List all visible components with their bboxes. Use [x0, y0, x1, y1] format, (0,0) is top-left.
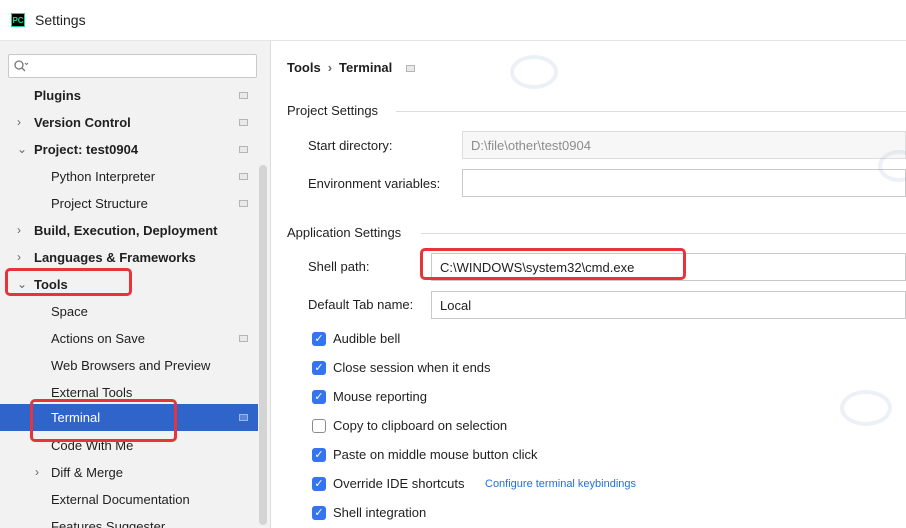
sidebar-item-label: Actions on Save	[51, 331, 145, 346]
environment-variables-label: Environment variables:	[308, 176, 441, 191]
checkbox-label: Audible bell	[333, 331, 401, 346]
sidebar-item-web-browsers[interactable]: Web Browsers and Preview	[0, 352, 258, 379]
section-divider	[396, 111, 906, 112]
checkbox-checked-icon[interactable]: ✓	[312, 477, 326, 491]
project-scope-icon	[239, 92, 248, 99]
project-scope-icon	[239, 335, 248, 342]
breadcrumb-current: Terminal	[339, 60, 393, 75]
start-directory-label: Start directory:	[308, 138, 393, 153]
settings-content: Tools › Terminal Project Settings Start di…	[271, 41, 906, 528]
sidebar-item-plugins[interactable]: Plugins	[0, 82, 258, 109]
search-icon	[14, 60, 29, 72]
chevron-right-icon[interactable]: ›	[35, 459, 47, 486]
checkbox-checked-icon[interactable]: ✓	[312, 332, 326, 346]
project-settings-title: Project Settings	[287, 103, 379, 118]
breadcrumb-parent[interactable]: Tools	[287, 60, 321, 75]
sidebar-item-label: Build, Execution, Deployment	[34, 223, 218, 238]
settings-sidebar: Plugins › Version Control ⌄ Project: tes…	[0, 41, 271, 528]
checkbox-unchecked-icon[interactable]	[312, 419, 326, 433]
project-scope-icon	[239, 200, 248, 207]
sidebar-item-label: Languages & Frameworks	[34, 250, 196, 265]
sidebar-item-label: Web Browsers and Preview	[51, 358, 211, 373]
chevron-down-icon[interactable]: ⌄	[17, 136, 29, 163]
sidebar-item-label: Features Suggester	[51, 519, 166, 528]
sidebar-item-actions-on-save[interactable]: Actions on Save	[0, 325, 258, 352]
checkbox-label: Shell integration	[333, 505, 427, 520]
checkbox-checked-icon[interactable]: ✓	[312, 448, 326, 462]
search-input[interactable]	[31, 57, 255, 77]
sidebar-item-label: Python Interpreter	[51, 169, 156, 184]
project-scope-icon	[406, 65, 416, 73]
sidebar-item-space[interactable]: Space	[0, 298, 258, 325]
section-divider	[421, 233, 906, 234]
checkbox-checked-icon[interactable]: ✓	[312, 390, 326, 404]
project-scope-icon	[239, 119, 248, 126]
project-scope-icon	[239, 414, 248, 421]
project-scope-icon	[239, 146, 248, 153]
checkbox-checked-icon[interactable]: ✓	[312, 506, 326, 520]
checkbox-checked-icon[interactable]: ✓	[312, 361, 326, 375]
sidebar-item-project[interactable]: ⌄ Project: test0904	[0, 136, 258, 163]
breadcrumb-separator: ›	[327, 60, 333, 75]
sidebar-item-label: External Documentation	[51, 492, 190, 507]
sidebar-item-external-documentation[interactable]: External Documentation	[0, 486, 258, 513]
window-title: Settings	[35, 12, 86, 28]
chevron-right-icon[interactable]: ›	[17, 109, 29, 136]
checkbox-label: Override IDE shortcuts	[333, 476, 465, 491]
shell-path-field[interactable]	[431, 253, 906, 281]
pycharm-logo-icon: PC	[11, 13, 25, 27]
sidebar-item-label: Terminal	[51, 410, 101, 425]
chevron-right-icon[interactable]: ›	[17, 244, 29, 271]
sidebar-item-languages-frameworks[interactable]: › Languages & Frameworks	[0, 244, 258, 271]
sidebar-item-label: Version Control	[34, 115, 131, 130]
default-tab-name-field[interactable]	[431, 291, 906, 319]
sidebar-item-external-tools[interactable]: External Tools	[0, 379, 258, 406]
search-box[interactable]	[8, 54, 257, 78]
breadcrumb: Tools › Terminal	[287, 60, 416, 75]
application-settings-title: Application Settings	[287, 225, 402, 240]
sidebar-item-code-with-me[interactable]: Code With Me	[0, 432, 258, 459]
environment-variables-field[interactable]	[462, 169, 906, 197]
sidebar-item-label: Plugins	[34, 88, 81, 103]
checkbox-label: Mouse reporting	[333, 389, 427, 404]
sidebar-item-label: External Tools	[51, 385, 133, 400]
start-directory-field[interactable]	[462, 131, 906, 159]
sidebar-item-features-suggester[interactable]: Features Suggester	[0, 513, 258, 528]
checkbox-label: Close session when it ends	[333, 360, 491, 375]
title-bar: PC Settings	[0, 0, 906, 41]
chevron-down-icon[interactable]: ⌄	[17, 271, 29, 298]
sidebar-item-label: Project Structure	[51, 196, 148, 211]
checkbox-label: Paste on middle mouse button click	[333, 447, 538, 462]
project-scope-icon	[239, 173, 248, 180]
configure-keybindings-link[interactable]: Configure terminal keybindings	[485, 473, 636, 495]
sidebar-item-label: Space	[51, 304, 88, 319]
sidebar-item-label: Tools	[34, 277, 68, 292]
sidebar-item-project-structure[interactable]: Project Structure	[0, 190, 258, 217]
chevron-right-icon[interactable]: ›	[17, 217, 29, 244]
sidebar-item-terminal[interactable]: Terminal	[0, 404, 258, 431]
default-tab-name-label: Default Tab name:	[308, 297, 414, 312]
sidebar-item-tools[interactable]: ⌄ Tools	[0, 271, 258, 298]
sidebar-item-diff-merge[interactable]: › Diff & Merge	[0, 459, 258, 486]
sidebar-item-label: Project: test0904	[34, 142, 139, 157]
sidebar-item-version-control[interactable]: › Version Control	[0, 109, 258, 136]
sidebar-item-python-interpreter[interactable]: Python Interpreter	[0, 163, 258, 190]
sidebar-item-label: Diff & Merge	[51, 465, 124, 480]
shell-path-label: Shell path:	[308, 259, 370, 274]
sidebar-scrollbar[interactable]	[259, 165, 267, 525]
checkbox-label: Copy to clipboard on selection	[333, 418, 508, 433]
sidebar-item-label: Code With Me	[51, 438, 134, 453]
sidebar-item-build-execution-deployment[interactable]: › Build, Execution, Deployment	[0, 217, 258, 244]
